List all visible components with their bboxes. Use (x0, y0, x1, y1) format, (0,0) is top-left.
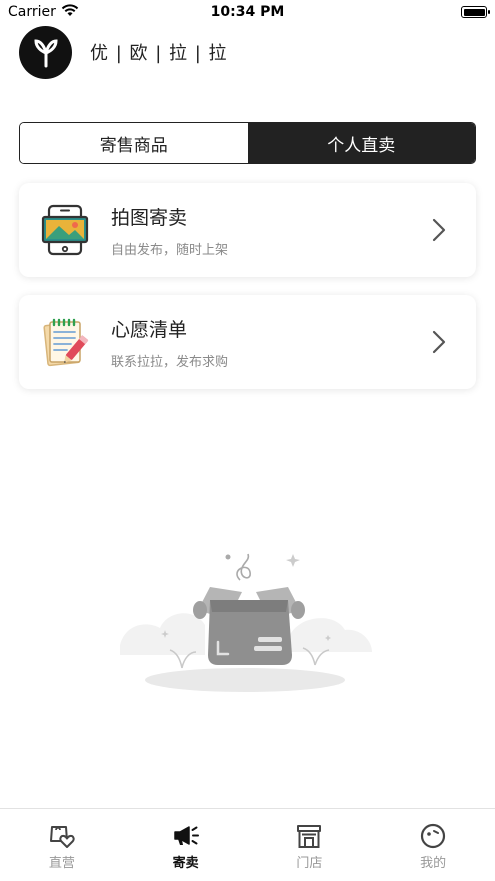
logo-icon (33, 39, 58, 68)
status-bar: Carrier 10:34 PM (0, 0, 495, 24)
profile-face-icon (421, 823, 446, 849)
bottom-tab-bar: 直营 寄卖 门店 我的 (0, 808, 495, 881)
battery-icon (461, 6, 490, 18)
segment-control: 寄售商品 个人直卖 (19, 122, 476, 164)
photo-consign-card[interactable]: 拍图寄卖 自由发布，随时上架 (19, 183, 476, 277)
tab-mine[interactable]: 我的 (371, 809, 495, 881)
status-left: Carrier (8, 3, 79, 21)
card-text: 心愿清单 联系拉拉，发布求购 (111, 315, 432, 370)
chevron-right-icon (432, 218, 446, 242)
chevron-right-icon (432, 330, 446, 354)
tab-label: 寄卖 (172, 856, 199, 871)
card-subtitle: 自由发布，随时上架 (111, 242, 229, 258)
card-text: 拍图寄卖 自由发布，随时上架 (111, 203, 432, 258)
tab-label: 门店 (296, 856, 323, 871)
tab-personal-direct-sale[interactable]: 个人直卖 (247, 123, 475, 163)
tab-consignment-goods[interactable]: 寄售商品 (20, 123, 248, 163)
wishlist-card[interactable]: 心愿清单 联系拉拉，发布求购 (19, 295, 476, 389)
notepad-pencil-icon (43, 318, 89, 367)
megaphone-icon (173, 826, 199, 845)
card-title: 心愿清单 (111, 318, 188, 341)
tab-label: 直营 (48, 856, 75, 871)
phone-photo-icon (41, 204, 89, 256)
tab-direct-store[interactable]: 直营 (0, 809, 124, 881)
card-subtitle: 联系拉拉，发布求购 (111, 354, 229, 370)
shopping-bag-heart-icon (49, 826, 75, 848)
tab-consign[interactable]: 寄卖 (124, 809, 248, 881)
wifi-icon (61, 3, 79, 21)
card-title: 拍图寄卖 (111, 206, 188, 229)
brand-logo (19, 25, 72, 79)
brand-title: 优 | 欧 | 拉 | 拉 (90, 43, 228, 64)
header: 优 | 欧 | 拉 | 拉 (19, 25, 228, 79)
empty-box-icon (120, 553, 372, 692)
carrier-label: Carrier (8, 4, 56, 20)
tab-store[interactable]: 门店 (248, 809, 372, 881)
store-icon (297, 825, 322, 848)
tab-label: 我的 (420, 856, 447, 871)
